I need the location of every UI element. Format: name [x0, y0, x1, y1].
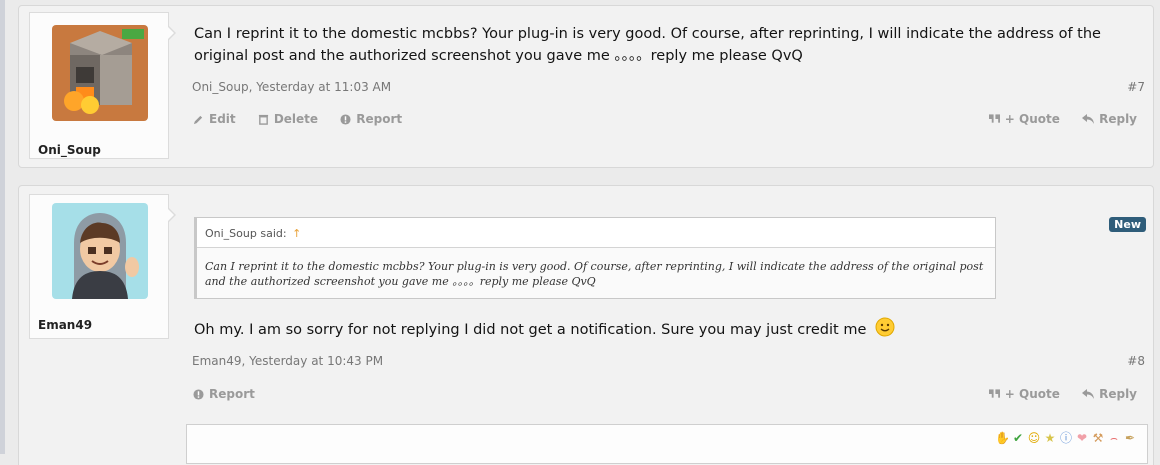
quote-marks-icon: [988, 389, 1000, 398]
avatar[interactable]: [52, 25, 148, 121]
info-circle-icon: [340, 113, 351, 125]
username[interactable]: Oni_Soup: [38, 143, 101, 157]
post-actions-left: Edit Delete Report: [193, 112, 420, 128]
smile-icon[interactable]: ☺: [1027, 431, 1041, 445]
report-label: Report: [209, 387, 255, 401]
quote-button[interactable]: + Quote: [988, 112, 1060, 126]
quote-button[interactable]: + Quote: [988, 387, 1060, 401]
post-message: Oh my. I am so sorry for not replying I …: [194, 317, 895, 341]
report-button[interactable]: Report: [340, 112, 402, 126]
smilie-bar: ✋ ✔ ☺ ★ ⓘ ❤ ⚒ ⌢ ✒: [995, 431, 1137, 445]
smiley-emoji-icon: [875, 317, 895, 337]
reply-label: Reply: [1099, 112, 1137, 126]
user-card-arrow: [167, 207, 176, 223]
new-badge: New: [1109, 217, 1146, 232]
reply-label: Reply: [1099, 387, 1137, 401]
quote-jump-arrow-icon[interactable]: ↑: [292, 227, 301, 240]
quote-header: Oni_Soup said: ↑: [197, 218, 995, 248]
reply-button[interactable]: Reply: [1082, 387, 1137, 401]
quote-label: + Quote: [1004, 387, 1060, 401]
user-card: Eman49: [29, 194, 176, 339]
delete-label: Delete: [273, 112, 319, 126]
avatar[interactable]: [52, 203, 148, 299]
post-actions-right: + Quote Reply: [971, 112, 1137, 127]
quote-block: Oni_Soup said: ↑ Can I reprint it to the…: [194, 217, 996, 299]
edit-button[interactable]: Edit: [193, 112, 236, 126]
report-label: Report: [356, 112, 403, 126]
trash-icon: [258, 114, 268, 125]
reply-editor[interactable]: ✋ ✔ ☺ ★ ⓘ ❤ ⚒ ⌢ ✒: [186, 424, 1148, 464]
user-card-arrow: [167, 25, 176, 41]
heart-icon[interactable]: ❤: [1075, 431, 1089, 445]
report-button[interactable]: Report: [193, 387, 255, 401]
post-actions-left: Report: [193, 387, 273, 403]
username[interactable]: Eman49: [38, 318, 92, 332]
reply-arrow-icon: [1082, 389, 1095, 399]
post-7: Oni_Soup Can I reprint it to the domesti…: [18, 5, 1154, 168]
quote-text: Can I reprint it to the domestic mcbbs? …: [205, 260, 984, 288]
check-icon[interactable]: ✔: [1011, 431, 1025, 445]
left-rail: [0, 0, 5, 454]
edit-label: Edit: [209, 112, 236, 126]
post-8: Eman49 New Oni_Soup said: ↑ Can I reprin…: [18, 185, 1154, 465]
post-message-text: Oh my. I am so sorry for not replying I …: [194, 322, 867, 338]
reply-button[interactable]: Reply: [1082, 112, 1137, 126]
info-circle-icon: [193, 388, 204, 400]
wrench-icon[interactable]: ⚒: [1091, 431, 1105, 445]
user-card: Oni_Soup: [29, 12, 176, 159]
reply-arrow-icon: [1082, 114, 1095, 124]
quote-marks-icon: [988, 114, 1000, 123]
post-meta[interactable]: Oni_Soup, Yesterday at 11:03 AM: [192, 80, 391, 94]
quote-author: Oni_Soup said:: [205, 227, 287, 240]
delete-button[interactable]: Delete: [258, 112, 318, 126]
post-message: Can I reprint it to the domestic mcbbs? …: [194, 26, 1101, 64]
info-icon[interactable]: ⓘ: [1059, 431, 1073, 445]
pencil-icon: [193, 115, 203, 124]
star-icon[interactable]: ★: [1043, 431, 1057, 445]
rainbow-icon[interactable]: ⌢: [1107, 431, 1121, 445]
quote-label: + Quote: [1004, 112, 1060, 126]
brush-icon[interactable]: ✒: [1123, 431, 1137, 445]
post-number[interactable]: #8: [1127, 354, 1145, 368]
post-actions-right: + Quote Reply: [971, 387, 1137, 402]
post-number[interactable]: #7: [1127, 80, 1145, 94]
thumbs-up-icon[interactable]: ✋: [995, 431, 1010, 445]
post-meta[interactable]: Eman49, Yesterday at 10:43 PM: [192, 354, 383, 368]
